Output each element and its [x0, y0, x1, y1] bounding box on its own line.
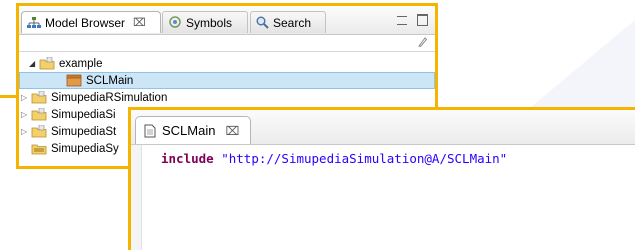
search-icon	[256, 16, 269, 29]
tree-item-example[interactable]: ◢ example	[19, 55, 435, 72]
collapse-arrow-icon[interactable]: ▷	[21, 127, 27, 136]
model-browser-icon	[27, 16, 41, 28]
tab-search[interactable]: Search	[250, 11, 326, 33]
document-icon	[144, 124, 156, 137]
tab-model-browser-label: Model Browser	[45, 15, 126, 30]
project-folder-icon	[31, 108, 47, 121]
model-browser-tabbar: Model Browser ⌧ Symbols Search	[19, 6, 435, 35]
tree-item-sclmain[interactable]: SCLMain	[19, 72, 435, 89]
tab-search-label: Search	[273, 15, 312, 30]
filter-bar[interactable]	[19, 35, 435, 52]
maximize-button[interactable]	[417, 14, 428, 26]
tree-item-label: example	[59, 57, 103, 70]
close-icon[interactable]: ⌧	[225, 124, 239, 138]
editor-gutter	[131, 145, 142, 250]
tree-item-label: SCLMain	[86, 74, 134, 87]
library-folder-icon	[31, 144, 47, 155]
symbols-icon	[169, 16, 181, 28]
tab-model-browser[interactable]: Model Browser ⌧	[21, 11, 161, 33]
tab-sclmain-editor[interactable]: SCLMain ⌧	[135, 116, 251, 144]
collapse-arrow-icon[interactable]: ▷	[21, 93, 27, 102]
minimize-button[interactable]	[397, 16, 407, 25]
tab-symbols-label: Symbols	[186, 15, 233, 30]
tree-item-label: SimupediaSt	[51, 125, 117, 138]
tree-item-simupediarsimulation[interactable]: ▷ SimupediaRSimulation	[19, 89, 435, 106]
code-string: "http://SimupediaSimulation@A/SCLMain"	[221, 151, 508, 166]
editor-tab-label: SCLMain	[162, 123, 216, 138]
project-folder-icon	[31, 91, 47, 104]
editor-text-area[interactable]: include "http://SimupediaSimulation@A/SC…	[131, 145, 635, 250]
editor-tabbar: SCLMain ⌧	[131, 110, 635, 145]
code-keyword: include	[161, 151, 214, 166]
project-folder-icon	[39, 57, 55, 70]
close-icon[interactable]: ⌧	[133, 16, 146, 29]
project-folder-icon	[31, 125, 47, 138]
tree-item-label: SimupediaSy	[51, 142, 119, 155]
scl-editor-panel: SCLMain ⌧ include "http://SimupediaSimul…	[128, 107, 635, 250]
tree-item-label: SimupediaRSimulation	[51, 91, 168, 104]
tab-symbols[interactable]: Symbols	[162, 11, 248, 33]
eraser-icon[interactable]	[417, 37, 427, 47]
expand-arrow-icon[interactable]: ◢	[29, 59, 35, 68]
scl-module-icon	[66, 74, 82, 87]
collapse-arrow-icon[interactable]: ▷	[21, 110, 27, 119]
code-line: include "http://SimupediaSimulation@A/SC…	[161, 151, 507, 166]
tree-item-label: SimupediaSi	[51, 108, 116, 121]
